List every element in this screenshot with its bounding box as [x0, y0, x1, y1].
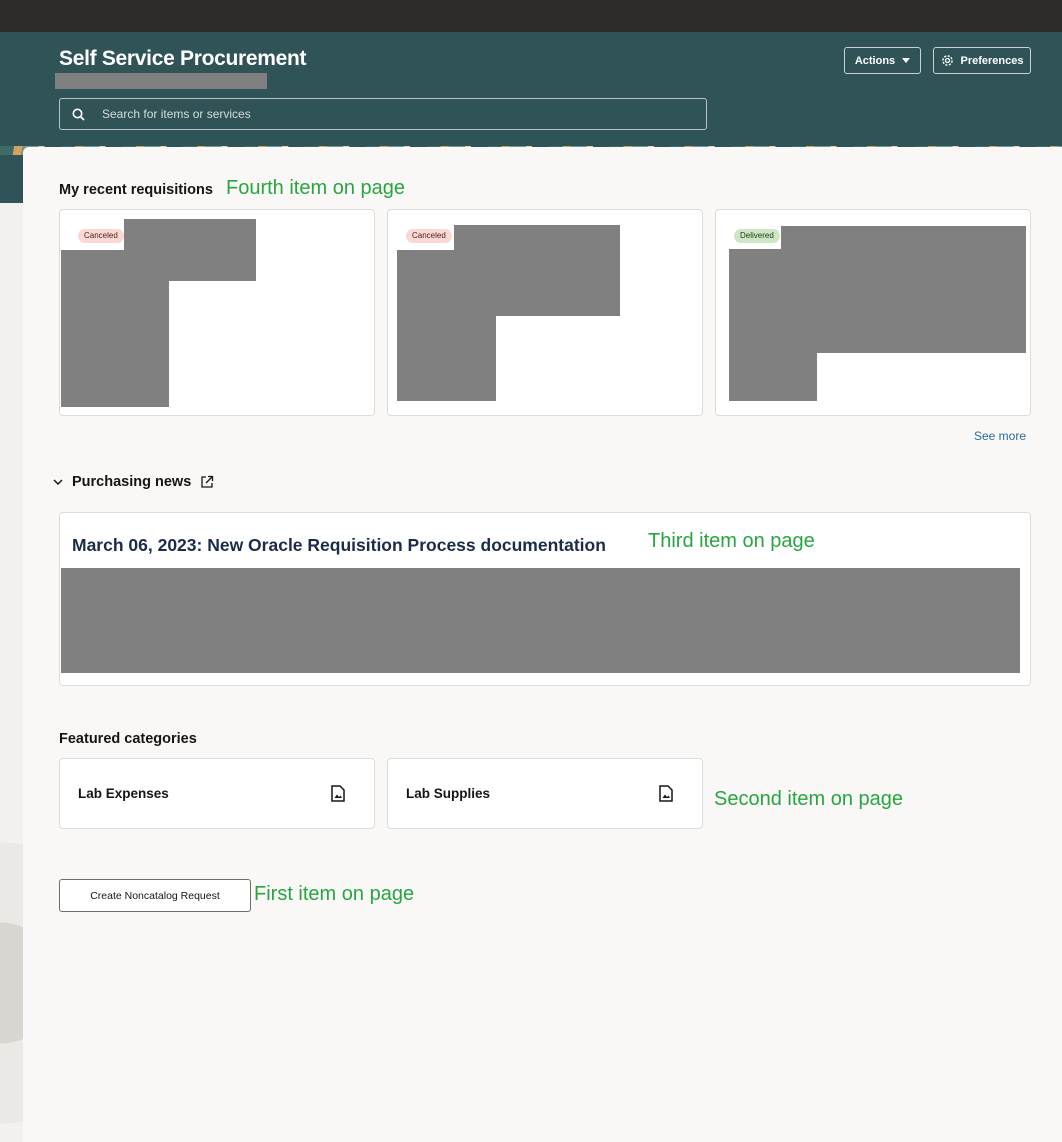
redacted-block — [61, 568, 1020, 673]
search-input[interactable] — [102, 107, 692, 121]
top-bar — [0, 0, 1062, 32]
status-badge: Canceled — [78, 229, 124, 243]
create-noncatalog-request-button[interactable]: Create Noncatalog Request — [59, 879, 251, 912]
requisition-card[interactable]: Canceled — [59, 209, 375, 416]
status-badge: Canceled — [406, 229, 452, 243]
image-file-icon — [659, 785, 673, 802]
redacted-block — [397, 250, 496, 401]
actions-button[interactable]: Actions — [844, 47, 921, 74]
featured-categories-title: Featured categories — [59, 731, 197, 747]
chevron-down-icon — [902, 58, 911, 63]
chevron-down-icon[interactable] — [53, 478, 63, 486]
redacted-block — [781, 226, 1026, 353]
purchasing-news-title: Purchasing news — [72, 474, 192, 490]
search-icon — [60, 99, 96, 129]
external-link-icon[interactable] — [200, 475, 214, 489]
image-file-icon — [331, 785, 345, 802]
category-label: Lab Expenses — [78, 786, 169, 801]
annotation-third-item: Third item on page — [648, 530, 815, 552]
preferences-label: Preferences — [960, 54, 1024, 67]
redacted-subtitle — [55, 73, 267, 89]
search-field[interactable] — [59, 98, 707, 130]
news-item-title[interactable]: March 06, 2023: New Oracle Requisition P… — [72, 535, 606, 556]
see-more-link[interactable]: See more — [974, 429, 1026, 443]
requisition-card[interactable]: Delivered — [715, 209, 1031, 416]
annotation-fourth-item: Fourth item on page — [226, 177, 405, 199]
news-card: March 06, 2023: New Oracle Requisition P… — [59, 512, 1031, 686]
left-header-band — [0, 155, 23, 203]
status-badge: Delivered — [734, 229, 780, 243]
redacted-block — [61, 250, 169, 407]
category-card-lab-expenses[interactable]: Lab Expenses — [59, 758, 375, 829]
purchasing-news-header[interactable]: Purchasing news — [53, 474, 214, 490]
page-title: Self Service Procurement — [59, 47, 307, 70]
annotation-second-item: Second item on page — [714, 788, 904, 810]
category-label: Lab Supplies — [406, 786, 491, 801]
actions-label: Actions — [854, 54, 896, 67]
main-content: My recent requisitions Fourth item on pa… — [23, 147, 1062, 1142]
left-decorative-strip — [0, 203, 23, 1142]
category-card-lab-supplies[interactable]: Lab Supplies — [387, 758, 703, 829]
annotation-first-item: First item on page — [254, 883, 415, 905]
preferences-button[interactable]: Preferences — [933, 47, 1031, 74]
redacted-block — [729, 249, 817, 401]
requisition-card[interactable]: Canceled — [387, 209, 703, 416]
recent-requisitions-title: My recent requisitions — [59, 182, 213, 198]
gear-icon — [941, 55, 953, 66]
